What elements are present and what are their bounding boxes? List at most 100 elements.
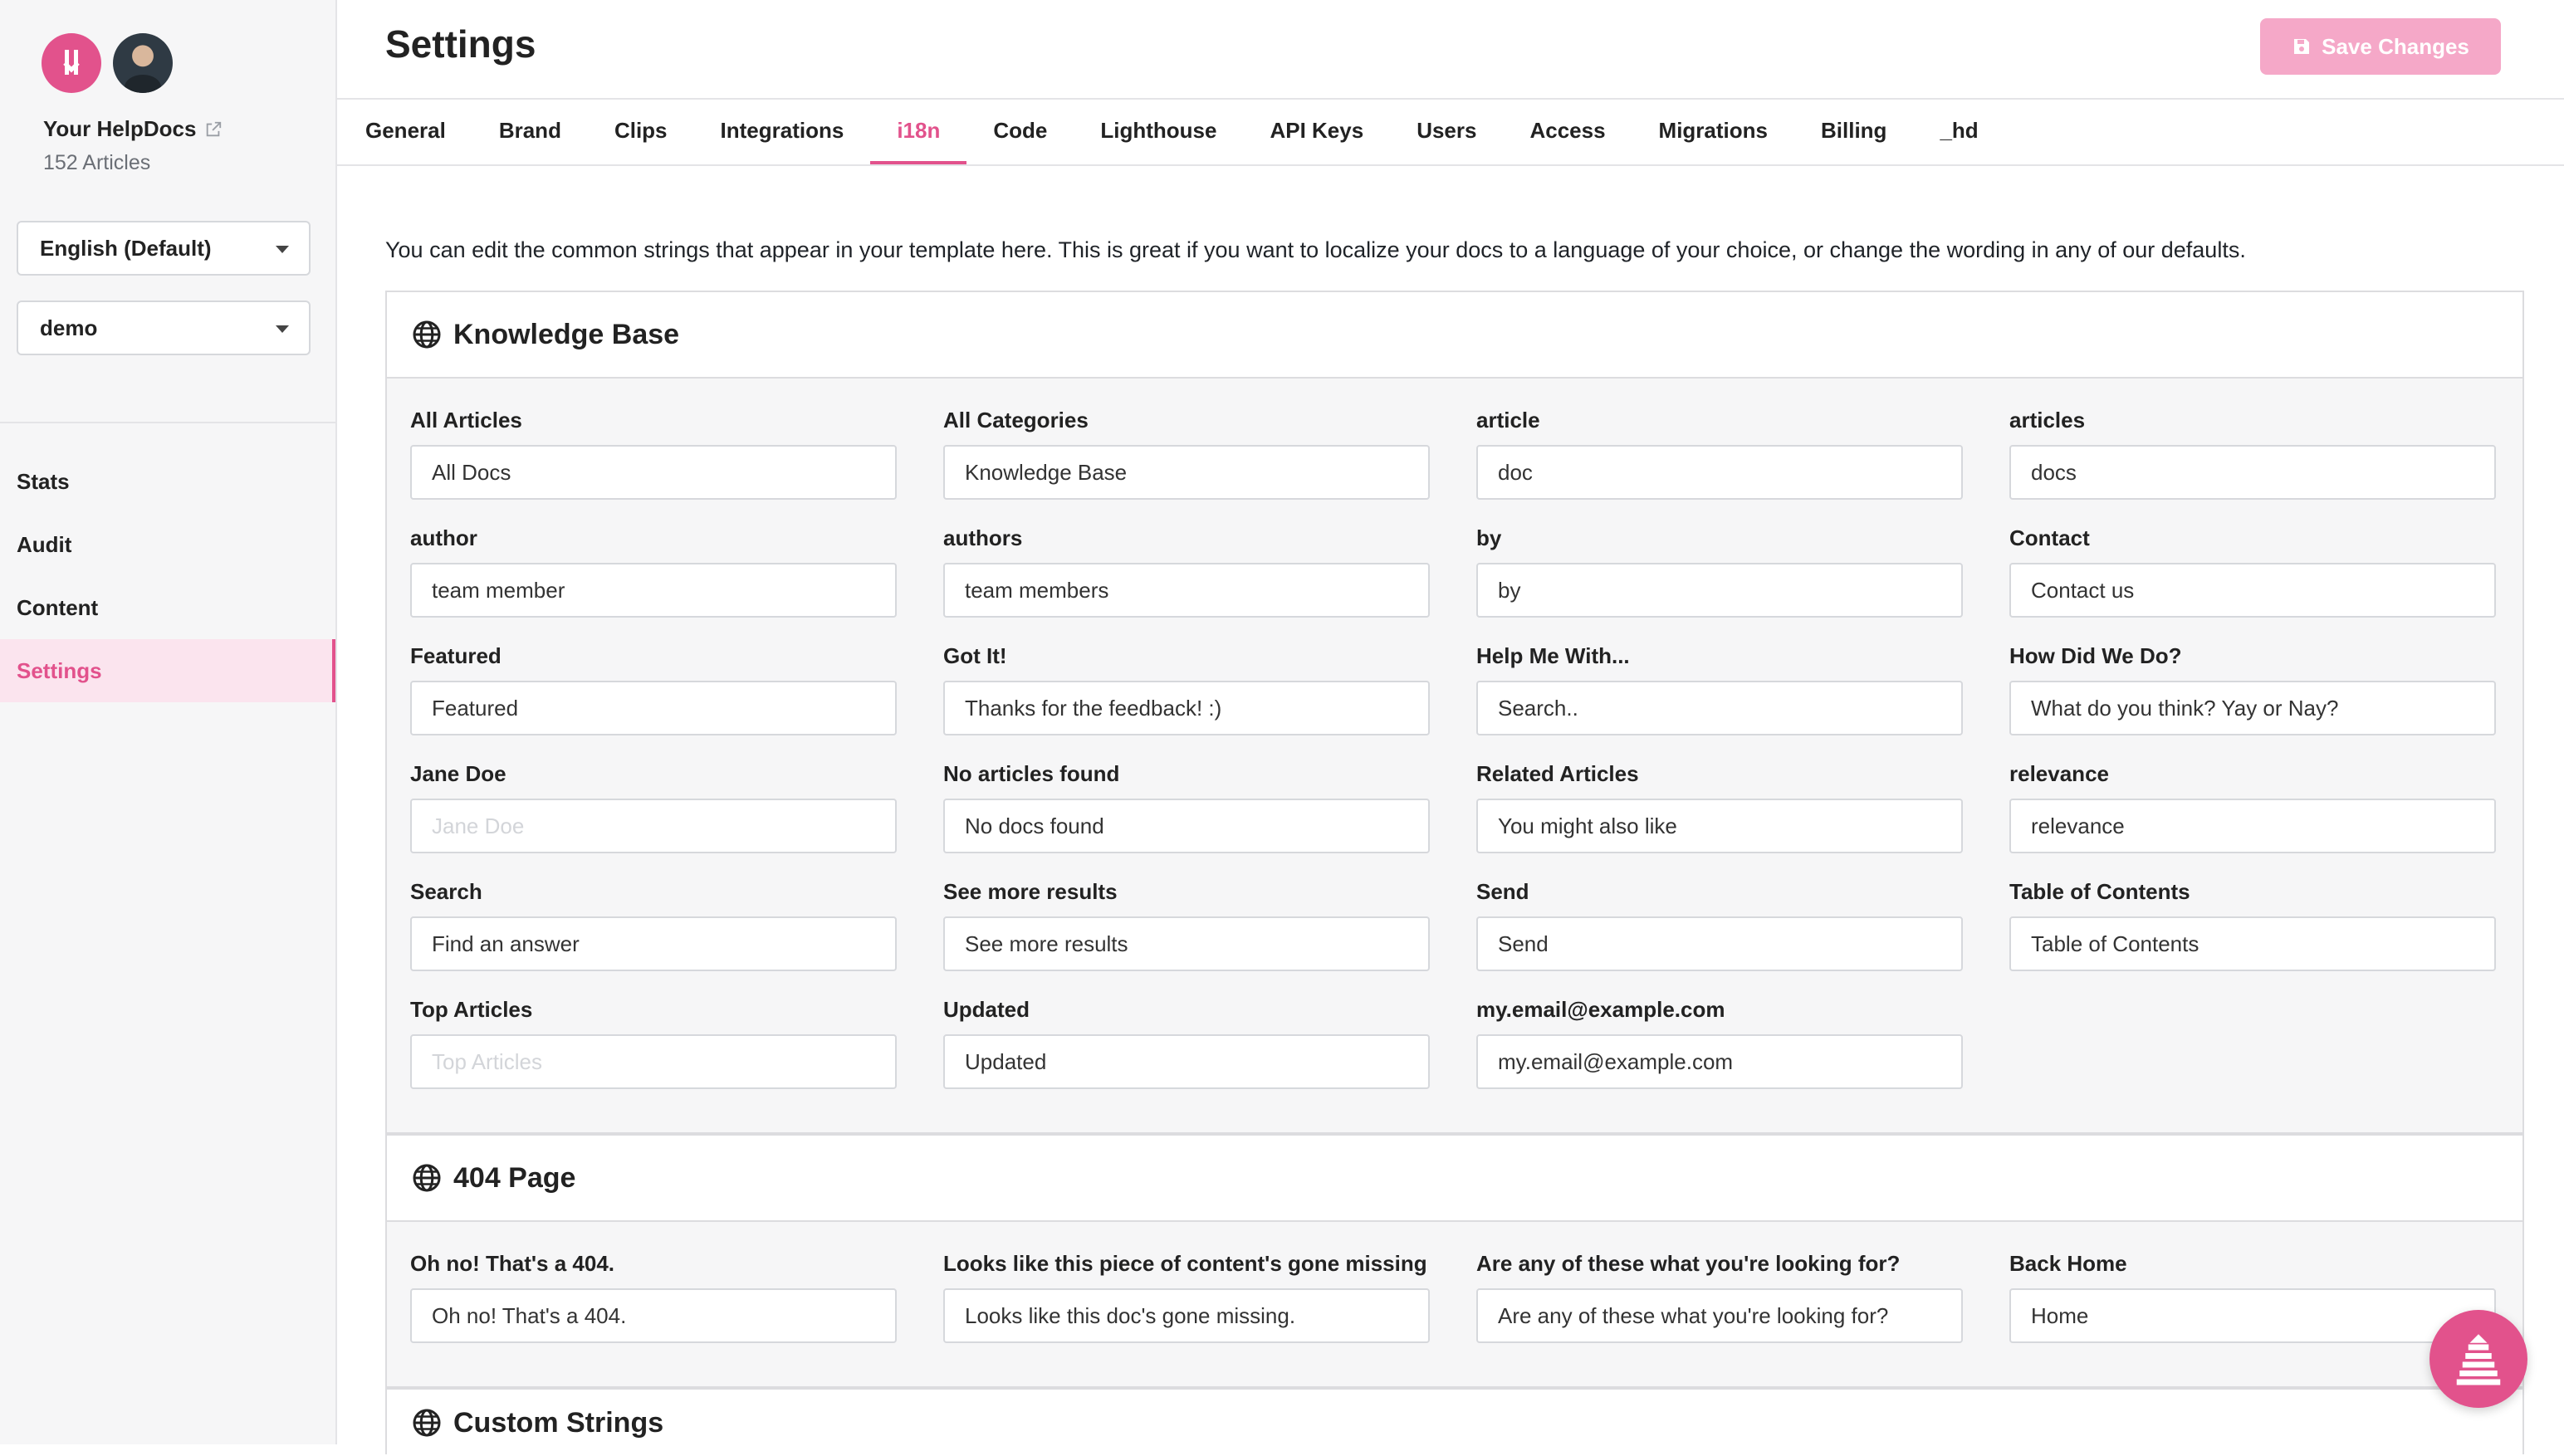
- external-link-icon: [207, 121, 222, 136]
- avatar[interactable]: [113, 33, 173, 93]
- field-label: Back Home: [2009, 1251, 2127, 1276]
- tab-users[interactable]: Users: [1390, 100, 1503, 164]
- field-top-articles: Top Articles: [410, 991, 897, 1109]
- sidebar-item-settings[interactable]: Settings: [0, 639, 335, 702]
- field-label: Related Articles: [1476, 761, 1639, 786]
- tab-brand[interactable]: Brand: [472, 100, 588, 164]
- field-featured: Featured: [410, 638, 897, 755]
- globe-icon: [413, 320, 441, 349]
- article-count: 152 Articles: [43, 151, 151, 174]
- string-input-top-articles[interactable]: [410, 1034, 897, 1089]
- tab-clips[interactable]: Clips: [588, 100, 694, 164]
- sidebar-item-label: Audit: [17, 531, 72, 557]
- field-label: Updated: [943, 997, 1030, 1022]
- string-input-jane-doe[interactable]: [410, 799, 897, 853]
- field-label: See more results: [943, 879, 1118, 904]
- string-input-all-categories[interactable]: [943, 445, 1430, 500]
- field-no-articles-found: No articles found: [943, 755, 1430, 873]
- page-404-fields: Oh no! That's a 404. Looks like this piec…: [387, 1222, 2522, 1363]
- save-changes-button[interactable]: Save Changes: [2260, 18, 2501, 75]
- tab-general[interactable]: General: [339, 100, 472, 164]
- string-input-authors[interactable]: [943, 563, 1430, 618]
- sidebar: Your HelpDocs 152 Articles English (Defa…: [0, 0, 337, 1444]
- tab-code[interactable]: Code: [966, 100, 1074, 164]
- field-label: Looks like this piece of content's gone …: [943, 1251, 1427, 1276]
- tab-api-keys[interactable]: API Keys: [1243, 100, 1390, 164]
- sidebar-item-audit[interactable]: Audit: [0, 513, 335, 576]
- knowledge-base-header: Knowledge Base: [387, 292, 2522, 379]
- helpdocs-logo[interactable]: [42, 33, 101, 93]
- string-input-relevance[interactable]: [2009, 799, 2496, 853]
- page-404-header: 404 Page: [387, 1136, 2522, 1222]
- field-label: articles: [2009, 408, 2086, 432]
- string-input-search[interactable]: [410, 916, 897, 971]
- string-input-article[interactable]: [1476, 445, 1963, 500]
- string-input-table-of-contents[interactable]: [2009, 916, 2496, 971]
- field-authors: authors: [943, 520, 1430, 638]
- page-title: Settings: [385, 22, 536, 66]
- field-label: by: [1476, 525, 1502, 550]
- field-label: Contact: [2009, 525, 2090, 550]
- field-label: Oh no! That's a 404.: [410, 1251, 615, 1276]
- string-input-contact[interactable]: [2009, 563, 2496, 618]
- tab-i18n[interactable]: i18n: [870, 100, 967, 164]
- string-input-got-it[interactable]: [943, 681, 1430, 735]
- field-label: article: [1476, 408, 1540, 432]
- string-input-articles[interactable]: [2009, 445, 2496, 500]
- custom-strings-header: Custom Strings: [387, 1390, 2522, 1456]
- string-input-back-home[interactable]: [2009, 1288, 2496, 1343]
- language-select-value: English (Default): [40, 235, 212, 261]
- tab-lighthouse[interactable]: Lighthouse: [1074, 100, 1243, 164]
- globe-icon: [413, 1164, 441, 1192]
- string-input-are-any-of-these-what-you-re-looking-for[interactable]: [1476, 1288, 1963, 1343]
- version-select[interactable]: demo: [17, 300, 311, 355]
- globe-icon: [413, 1409, 441, 1437]
- tab-hd[interactable]: _hd: [1913, 100, 2004, 164]
- panel-title: 404 Page: [453, 1161, 576, 1194]
- field-how-did-we-do: How Did We Do?: [2009, 638, 2496, 755]
- field-label: Top Articles: [410, 997, 533, 1022]
- field-see-more-results: See more results: [943, 873, 1430, 991]
- string-input-my-email-example-com[interactable]: [1476, 1034, 1963, 1089]
- knowledge-base-fields: All Articles All Categories article article…: [387, 379, 2522, 1109]
- field-articles: articles: [2009, 402, 2496, 520]
- tab-access[interactable]: Access: [1503, 100, 1632, 164]
- site-name-link[interactable]: Your HelpDocs: [43, 116, 223, 142]
- custom-strings-panel: Custom Strings: [385, 1388, 2524, 1456]
- string-input-help-me-with[interactable]: [1476, 681, 1963, 735]
- tab-integrations[interactable]: Integrations: [694, 100, 871, 164]
- string-input-see-more-results[interactable]: [943, 916, 1430, 971]
- string-input-related-articles[interactable]: [1476, 799, 1963, 853]
- sidebar-item-content[interactable]: Content: [0, 576, 335, 639]
- floppy-disk-icon: [2294, 39, 2310, 54]
- chevron-down-icon: [276, 325, 289, 333]
- string-input-looks-like-this-piece-of-content-s-gone-missing[interactable]: [943, 1288, 1430, 1343]
- sidebar-item-label: Content: [17, 594, 99, 620]
- page-404-panel: 404 Page Oh no! That's a 404. Looks like …: [385, 1134, 2524, 1388]
- string-input-all-articles[interactable]: [410, 445, 897, 500]
- string-input-updated[interactable]: [943, 1034, 1430, 1089]
- field-help-me-with: Help Me With...: [1476, 638, 1963, 755]
- string-input-no-articles-found[interactable]: [943, 799, 1430, 853]
- field-label: All Categories: [943, 408, 1089, 432]
- field-label: Search: [410, 879, 482, 904]
- sidebar-item-stats[interactable]: Stats: [0, 450, 335, 513]
- string-input-by[interactable]: [1476, 563, 1963, 618]
- language-select[interactable]: English (Default): [17, 221, 311, 276]
- field-label: Help Me With...: [1476, 643, 1630, 668]
- string-input-author[interactable]: [410, 563, 897, 618]
- string-input-send[interactable]: [1476, 916, 1963, 971]
- help-widget-button[interactable]: [2429, 1310, 2527, 1408]
- tab-billing[interactable]: Billing: [1794, 100, 1913, 164]
- field-label: Table of Contents: [2009, 879, 2190, 904]
- field-label: my.email@example.com: [1476, 997, 1725, 1022]
- field-label: Got It!: [943, 643, 1007, 668]
- field-oh-no-that-s-a-404: Oh no! That's a 404.: [410, 1245, 897, 1363]
- field-label: authors: [943, 525, 1023, 550]
- string-input-featured[interactable]: [410, 681, 897, 735]
- string-input-how-did-we-do[interactable]: [2009, 681, 2496, 735]
- settings-tabs: General Brand Clips Integrations i18n Co…: [339, 100, 2005, 164]
- tab-migrations[interactable]: Migrations: [1632, 100, 1794, 164]
- field-label: Send: [1476, 879, 1529, 904]
- string-input-oh-no-that-s-a-404[interactable]: [410, 1288, 897, 1343]
